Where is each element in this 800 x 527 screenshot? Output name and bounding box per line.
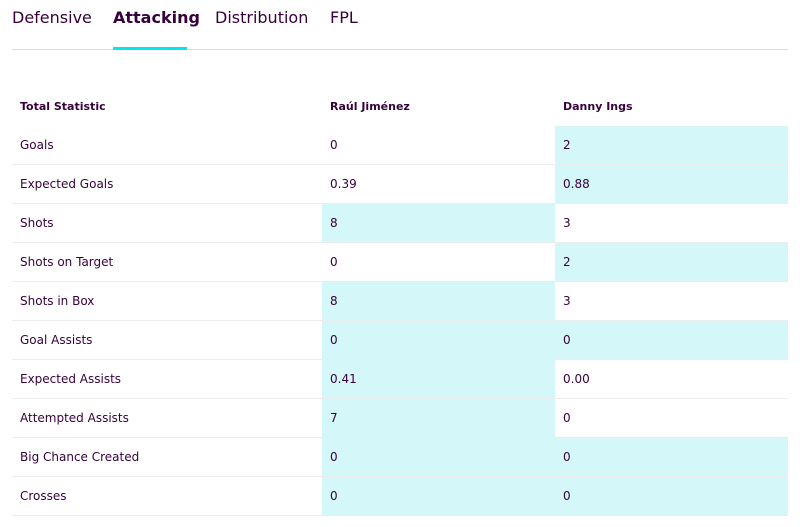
stat-name-cell: Goal Assists [12,320,322,360]
table-row: Big Chance Created 0 0 [12,437,788,477]
table-body: Goals 0 2 Expected Goals 0.39 0.88 Shots 8 3 Shot… [12,126,788,516]
player-2-value-cell: 2 [555,126,788,165]
player-2-value-cell: 0.00 [555,359,788,399]
player-2-value-cell: 0 [555,476,788,516]
header-player-1: Raúl Jiménez [330,100,410,113]
player-1-value-cell: 0 [322,437,555,477]
player-1-value-cell: 0 [322,320,555,360]
player-1-value-cell: 0 [322,476,555,516]
table-row: Attempted Assists 7 0 [12,398,788,438]
tab-fpl[interactable]: FPL [330,0,360,49]
table-header-row: Total Statistic Raúl Jiménez Danny Ings [12,87,788,126]
header-player-2: Danny Ings [563,100,633,113]
player-1-value-cell: 8 [322,281,555,321]
stat-name-cell: Shots [12,203,322,243]
player-1-value-cell: 0 [322,242,555,282]
header-total-statistic: Total Statistic [20,100,106,113]
table-row: Goal Assists 0 0 [12,320,788,360]
player-2-value-cell: 3 [555,203,788,243]
stat-name-cell: Big Chance Created [12,437,322,477]
player-1-value-cell: 0.41 [322,359,555,399]
player-2-value-cell: 0.88 [555,164,788,204]
table-row: Expected Goals 0.39 0.88 [12,164,788,204]
stat-name-cell: Expected Assists [12,359,322,399]
table-row: Expected Assists 0.41 0.00 [12,359,788,399]
stat-name-cell: Expected Goals [12,164,322,204]
player-2-value-cell: 0 [555,320,788,360]
table-row: Goals 0 2 [12,126,788,165]
player-2-value-cell: 0 [555,398,788,438]
player-1-value-cell: 0 [322,126,555,165]
tab-distribution[interactable]: Distribution [215,0,308,49]
player-2-value-cell: 0 [555,437,788,477]
player-1-value-cell: 7 [322,398,555,438]
player-1-value-cell: 8 [322,203,555,243]
tab-attacking[interactable]: Attacking [113,0,200,50]
table-row: Crosses 0 0 [12,476,788,516]
tab-defensive[interactable]: Defensive [12,0,92,49]
comparison-table: Total Statistic Raúl Jiménez Danny Ings … [12,87,788,516]
table-row: Shots on Target 0 2 [12,242,788,282]
player-2-value-cell: 2 [555,242,788,282]
stat-name-cell: Shots on Target [12,242,322,282]
table-row: Shots in Box 8 3 [12,281,788,321]
stat-name-cell: Crosses [12,476,322,516]
player-1-value-cell: 0.39 [322,164,555,204]
table-row: Shots 8 3 [12,203,788,243]
stat-name-cell: Goals [12,126,322,165]
stat-name-cell: Shots in Box [12,281,322,321]
player-2-value-cell: 3 [555,281,788,321]
stat-name-cell: Attempted Assists [12,398,322,438]
stats-tab-bar: Defensive Attacking Distribution FPL [12,0,788,50]
